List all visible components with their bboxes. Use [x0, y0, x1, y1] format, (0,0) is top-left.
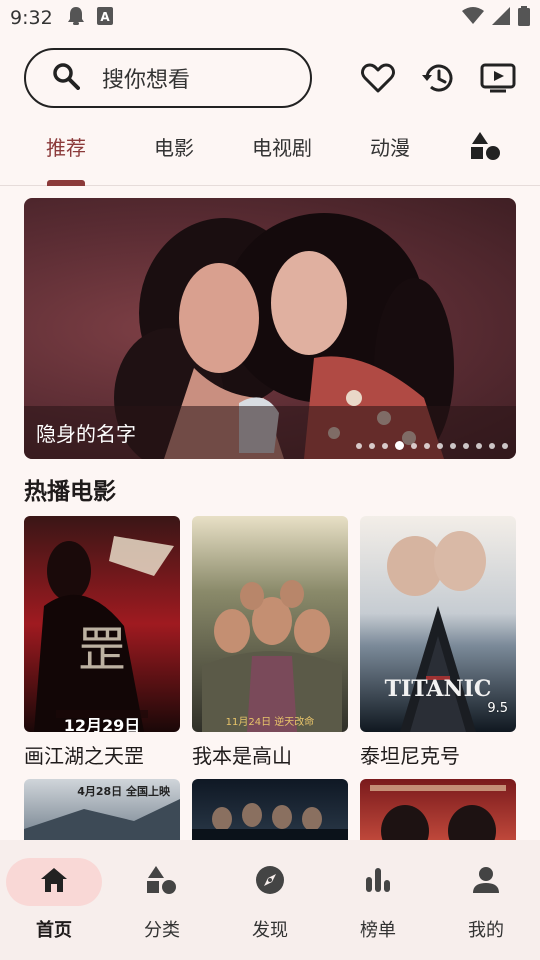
poster-text: 11月24日 逆天改命 [225, 717, 315, 728]
compass-icon [255, 865, 285, 899]
person-icon [473, 866, 499, 898]
banner-title: 隐身的名字 [36, 422, 136, 446]
pagination-dot[interactable] [424, 442, 430, 449]
nav-pill [438, 858, 534, 906]
nav-pill [330, 858, 426, 906]
movie-title: 画江湖之天罡 [24, 744, 144, 768]
favorite-icon[interactable] [360, 60, 396, 96]
tab-label: 动漫 [370, 136, 410, 160]
nav-label: 分类 [144, 920, 180, 941]
movie-title: 我本是高山 [192, 744, 292, 768]
rating-badge: 9.5 [487, 701, 508, 716]
nav-home[interactable]: 首页 [0, 840, 108, 960]
category-icon [471, 132, 501, 165]
tab-anime[interactable]: 动漫 [348, 132, 432, 186]
nav-label: 榜单 [360, 920, 396, 941]
movie-poster[interactable] [192, 779, 348, 843]
movie-card[interactable]: 11月24日 逆天改命 我本是高山 [192, 516, 348, 769]
nav-pill [114, 858, 210, 906]
tab-more-categories[interactable] [456, 132, 516, 186]
tab-movie[interactable]: 电影 [132, 132, 216, 186]
search-icon [52, 62, 80, 94]
nav-pill [222, 858, 318, 906]
signal-icon [492, 7, 510, 29]
movie-poster[interactable]: 4月28日 全国上映 [24, 779, 180, 843]
banner-pagination[interactable] [356, 441, 508, 450]
cast-icon[interactable] [480, 60, 516, 96]
pagination-dot[interactable] [369, 442, 375, 449]
status-time: 9:32 [10, 7, 53, 29]
movie-poster: TITANIC 9.5 [360, 516, 516, 732]
movie-card[interactable]: TITANIC 9.5 泰坦尼克号 [360, 516, 516, 769]
chart-icon [365, 867, 391, 897]
search-row: 搜你想看 [24, 48, 516, 108]
poster-text: TITANIC [384, 676, 492, 702]
tab-tv-series[interactable]: 电视剧 [240, 132, 324, 186]
search-placeholder: 搜你想看 [102, 68, 191, 93]
wifi-icon [462, 7, 484, 29]
movie-poster[interactable] [360, 779, 516, 843]
tab-indicator [47, 180, 85, 186]
pagination-dot[interactable] [476, 442, 482, 449]
notification-icon [67, 6, 85, 30]
category-icon [147, 866, 177, 898]
svg-text:A: A [100, 10, 110, 24]
text-icon: A [96, 7, 113, 29]
tab-label: 推荐 [46, 136, 86, 160]
poster-text: 4月28日 全国上映 [77, 785, 170, 798]
pagination-dot[interactable] [450, 442, 456, 449]
nav-discover[interactable]: 发现 [216, 840, 324, 960]
nav-profile[interactable]: 我的 [432, 840, 540, 960]
nav-pill [6, 858, 102, 906]
pagination-dot[interactable] [489, 442, 495, 449]
movie-title: 泰坦尼克号 [360, 744, 460, 768]
tab-recommend[interactable]: 推荐 [24, 132, 108, 186]
category-tabs: 推荐 电影 电视剧 动漫 [0, 132, 540, 186]
movie-poster: 11月24日 逆天改命 [192, 516, 348, 732]
tab-label: 电视剧 [252, 136, 312, 160]
pagination-dot[interactable] [463, 442, 469, 449]
history-icon[interactable] [420, 60, 456, 96]
movie-card[interactable]: 罡 12月29日 画江湖之天罡 [24, 516, 180, 769]
section-title: 热播电影 [24, 479, 116, 505]
pagination-dot[interactable] [382, 442, 388, 449]
pagination-dot[interactable] [395, 441, 404, 450]
nav-label: 发现 [252, 920, 288, 941]
poster-text: 12月29日 [63, 716, 141, 732]
pagination-dot[interactable] [411, 442, 417, 449]
nav-rankings[interactable]: 榜单 [324, 840, 432, 960]
pagination-dot[interactable] [437, 442, 443, 449]
status-bar: 9:32 A [0, 0, 540, 36]
bottom-navigation: 首页 分类 发现 榜单 我的 [0, 840, 540, 960]
home-icon [40, 867, 68, 897]
pagination-dot[interactable] [502, 442, 508, 449]
nav-label: 我的 [468, 920, 504, 941]
pagination-dot[interactable] [356, 442, 362, 449]
battery-icon [518, 6, 530, 30]
nav-label: 首页 [36, 920, 72, 941]
tab-label: 电影 [154, 136, 194, 160]
featured-banner[interactable]: 隐身的名字 [24, 198, 516, 459]
nav-category[interactable]: 分类 [108, 840, 216, 960]
movie-poster: 罡 12月29日 [24, 516, 180, 732]
search-input[interactable]: 搜你想看 [24, 48, 312, 108]
svg-text:罡: 罡 [78, 622, 126, 678]
banner-caption: 隐身的名字 [24, 406, 516, 459]
